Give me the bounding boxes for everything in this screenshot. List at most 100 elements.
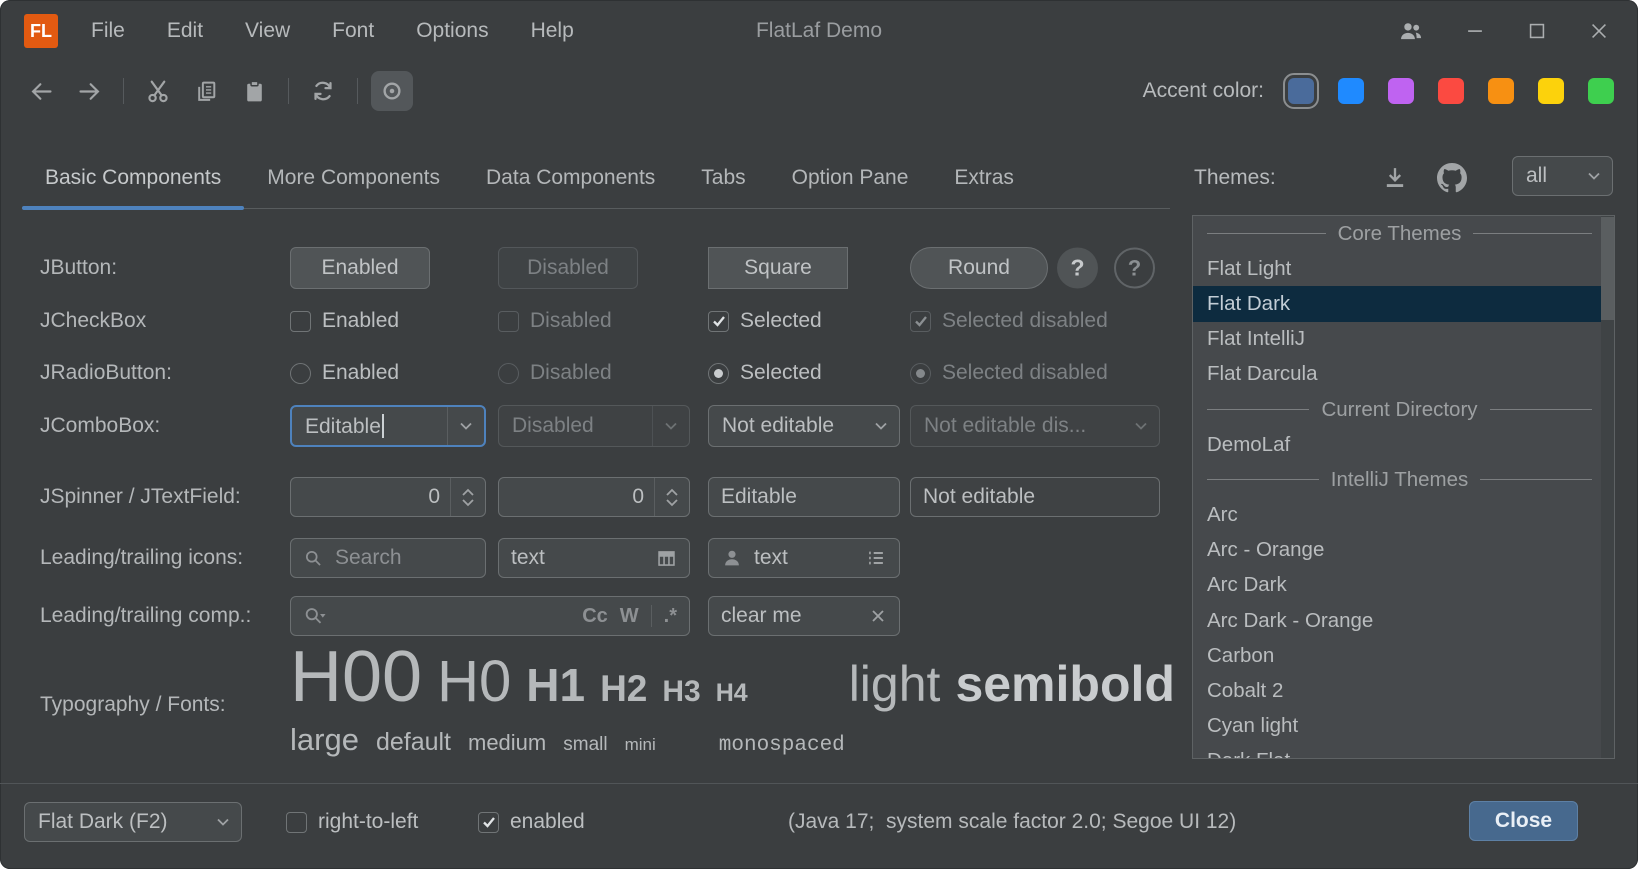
radio-enabled[interactable]: Enabled xyxy=(290,361,399,385)
close-window-button[interactable] xyxy=(1588,20,1610,42)
tab[interactable]: Tabs xyxy=(678,147,768,208)
accent-color-swatch[interactable] xyxy=(1288,78,1314,104)
menu-item[interactable]: Edit xyxy=(146,0,224,62)
tab[interactable]: Extras xyxy=(931,147,1037,208)
right-to-left-checkbox[interactable]: right-to-left xyxy=(286,810,418,834)
menu-item[interactable]: Options xyxy=(395,0,509,62)
theme-list-item[interactable]: Dark Flat xyxy=(1193,744,1614,759)
theme-name: Flat Light xyxy=(1207,257,1291,281)
textfield-value[interactable]: clear me xyxy=(721,604,802,628)
menu-item[interactable]: Font xyxy=(311,0,395,62)
search-field[interactable]: Search xyxy=(290,538,486,578)
toolbar-separator xyxy=(288,78,289,104)
typography-samples: H00 H0 H1 H2 H3 H4 light semibold xyxy=(290,636,1175,718)
inspect-toggle-button[interactable] xyxy=(371,71,413,111)
nav-forward-button[interactable] xyxy=(68,71,110,111)
menu-item[interactable]: File xyxy=(70,0,146,62)
tab[interactable]: Basic Components xyxy=(22,147,244,208)
whole-word-toggle[interactable]: W xyxy=(620,605,639,628)
clearable-text-field[interactable]: clear me xyxy=(708,596,900,636)
tab[interactable]: More Components xyxy=(244,147,463,208)
match-case-toggle[interactable]: Cc xyxy=(582,605,608,628)
list-icon[interactable] xyxy=(865,547,887,569)
chevron-down-icon[interactable] xyxy=(205,803,241,841)
editable-textfield[interactable]: Editable xyxy=(708,477,900,517)
theme-list-item[interactable]: Arc - Orange xyxy=(1193,533,1614,568)
accent-color-swatch[interactable] xyxy=(1338,78,1364,104)
paste-button[interactable] xyxy=(233,71,275,111)
enabled-checkbox[interactable]: enabled xyxy=(478,810,585,834)
clear-icon[interactable] xyxy=(869,607,887,625)
help-button[interactable]: ? xyxy=(1057,248,1098,289)
accent-color-swatches xyxy=(1288,78,1614,104)
theme-list-item[interactable]: Flat IntelliJ xyxy=(1193,322,1614,357)
table-icon[interactable] xyxy=(656,548,677,569)
spinner-buttons[interactable] xyxy=(450,478,485,516)
tab[interactable]: Data Components xyxy=(463,147,678,208)
statusbar-separator xyxy=(0,783,1638,784)
theme-filter-combobox[interactable]: all xyxy=(1512,156,1613,196)
checkbox-enabled[interactable]: Enabled xyxy=(290,309,399,333)
square-button[interactable]: Square xyxy=(708,247,848,289)
radio-selected[interactable]: Selected xyxy=(708,361,822,385)
nav-back-button[interactable] xyxy=(20,71,62,111)
spinner-value[interactable]: 0 xyxy=(291,485,450,509)
cut-button[interactable] xyxy=(137,71,179,111)
combobox-value[interactable]: Editable xyxy=(292,414,447,439)
minimize-button[interactable] xyxy=(1464,20,1486,42)
spinner[interactable]: 0 xyxy=(290,477,486,517)
theme-list-item[interactable]: Flat Darcula xyxy=(1193,357,1614,392)
close-button[interactable]: Close xyxy=(1469,801,1578,841)
users-button[interactable] xyxy=(1398,18,1424,44)
theme-list-item[interactable]: Current Directory xyxy=(1193,392,1614,427)
typography-row-label: Typography / Fonts: xyxy=(40,693,226,717)
github-button[interactable] xyxy=(1431,157,1473,199)
editable-combobox[interactable]: Editable xyxy=(290,405,486,447)
chevron-down-icon[interactable] xyxy=(447,407,484,445)
search-with-caret-icon[interactable] xyxy=(303,605,327,627)
theme-list-item[interactable]: Arc Dark xyxy=(1193,568,1614,603)
laf-combobox[interactable]: Flat Dark (F2) xyxy=(24,802,242,842)
themes-scrollbar-thumb[interactable] xyxy=(1601,217,1614,320)
theme-list-item[interactable]: Cobalt 2 xyxy=(1193,673,1614,708)
spinner[interactable]: 0 xyxy=(498,477,690,517)
theme-list-item[interactable]: Arc Dark - Orange xyxy=(1193,603,1614,638)
refresh-button[interactable] xyxy=(302,71,344,111)
textfield-value[interactable]: text xyxy=(754,546,788,570)
search-placeholder[interactable]: Search xyxy=(335,546,402,570)
theme-list-item[interactable]: Flat Light xyxy=(1193,251,1614,286)
copy-button[interactable] xyxy=(185,71,227,111)
text-field-trailing-table[interactable]: text xyxy=(498,538,690,578)
theme-list-item[interactable]: Cyan light xyxy=(1193,709,1614,744)
theme-name: Dark Flat xyxy=(1207,749,1290,759)
search-field-with-components[interactable]: Cc W .* xyxy=(290,596,690,636)
theme-list-item[interactable]: Core Themes xyxy=(1193,216,1614,251)
theme-list-item[interactable]: DemoLaf xyxy=(1193,427,1614,462)
accent-color-swatch[interactable] xyxy=(1488,78,1514,104)
accent-color-swatch[interactable] xyxy=(1438,78,1464,104)
chevron-down-icon[interactable] xyxy=(863,406,899,446)
toolbar: Accent color: xyxy=(0,62,1638,120)
text-field-person-list[interactable]: text xyxy=(708,538,900,578)
accent-color-swatch[interactable] xyxy=(1588,78,1614,104)
menu-item[interactable]: Help xyxy=(510,0,595,62)
menu-item[interactable]: View xyxy=(224,0,311,62)
accent-color-swatch[interactable] xyxy=(1538,78,1564,104)
checkbox-selected[interactable]: Selected xyxy=(708,309,822,333)
theme-list-item[interactable]: Flat Dark xyxy=(1193,286,1614,321)
theme-list-item[interactable]: Carbon xyxy=(1193,638,1614,673)
download-themes-button[interactable] xyxy=(1374,157,1416,199)
maximize-button[interactable] xyxy=(1526,20,1548,42)
textfield-value[interactable]: text xyxy=(511,546,545,570)
theme-list-item[interactable]: Arc xyxy=(1193,498,1614,533)
spinner-value[interactable]: 0 xyxy=(499,485,654,509)
textfield-value[interactable]: Editable xyxy=(721,485,797,509)
not-editable-combobox[interactable]: Not editable xyxy=(708,405,900,447)
tab[interactable]: Option Pane xyxy=(769,147,932,208)
accent-color-swatch[interactable] xyxy=(1388,78,1414,104)
enabled-button[interactable]: Enabled xyxy=(290,247,430,289)
round-button[interactable]: Round xyxy=(910,247,1048,289)
theme-list-item[interactable]: IntelliJ Themes xyxy=(1193,462,1614,497)
regex-toggle[interactable]: .* xyxy=(664,605,677,628)
spinner-buttons[interactable] xyxy=(654,478,689,516)
